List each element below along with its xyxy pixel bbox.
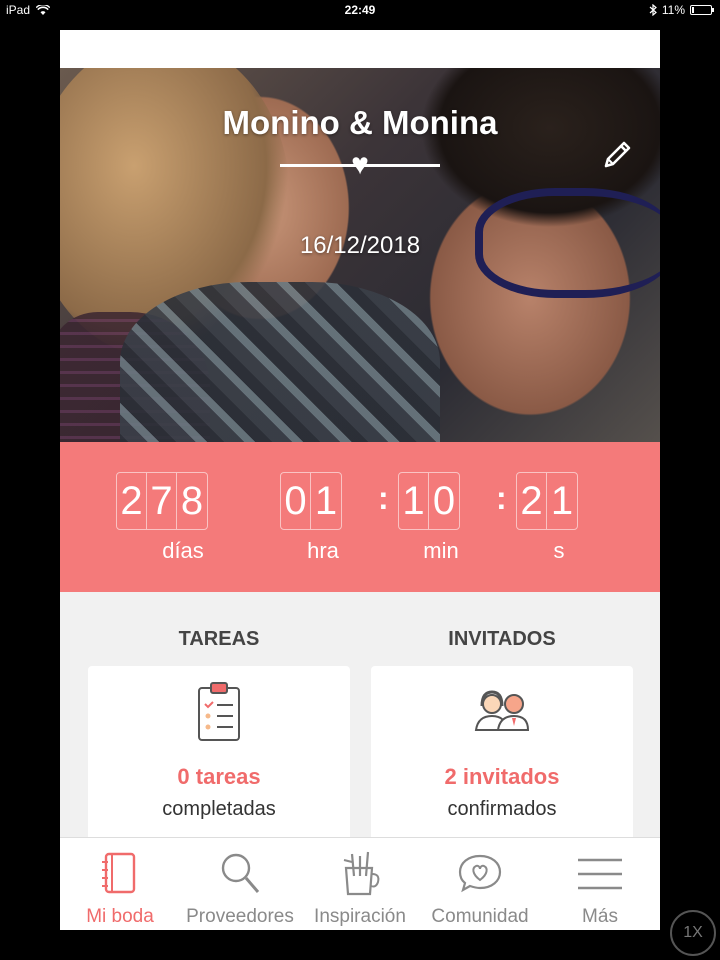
time-separator: : <box>496 480 507 516</box>
days-digit: 7 <box>147 473 177 529</box>
tab-mi-boda[interactable]: Mi boda <box>60 838 180 930</box>
guests-label: confirmados <box>447 798 557 820</box>
search-icon <box>221 853 260 893</box>
minutes-unit: min <box>423 538 459 563</box>
tab-proveedores[interactable]: Proveedores <box>180 838 300 930</box>
days-digit: 2 <box>117 473 147 529</box>
heart-icon: ♥ <box>351 148 369 181</box>
couple-names: Monino & Monina <box>222 104 498 141</box>
guests-couple-icon <box>474 690 530 731</box>
tab-label: Más <box>582 906 618 927</box>
bluetooth-icon <box>649 4 657 16</box>
couple-photo-header: Monino & Monina ♥ 16/12/2018 <box>60 68 660 442</box>
days-digits: 2 7 8 <box>116 472 208 530</box>
summary-section: TAREAS INVITADOS 0 tareas completadas 2 … <box>60 592 660 856</box>
battery-percent: 11% <box>661 3 685 17</box>
tasks-title: TAREAS <box>178 628 260 650</box>
tab-inspiracion[interactable]: Inspiración <box>300 838 420 930</box>
zoom-button[interactable]: 1X <box>670 910 716 956</box>
minutes-digits: 1 0 <box>398 472 460 530</box>
wedding-countdown: 2 7 8 0 1 : 1 0 : 2 1 días hra min s <box>60 442 660 592</box>
seconds-unit: s <box>553 538 565 563</box>
tab-label: Mi boda <box>86 906 154 927</box>
clock: 22:49 <box>344 3 376 17</box>
top-strip <box>60 30 660 68</box>
seconds-digits: 2 1 <box>516 472 578 530</box>
battery-icon <box>690 5 714 15</box>
hours-digits: 0 1 <box>280 472 342 530</box>
seconds-digit: 1 <box>550 479 574 523</box>
days-digit: 8 <box>180 479 204 523</box>
tab-label: Inspiración <box>314 906 406 927</box>
menu-icon <box>578 858 622 890</box>
tools-cup-icon <box>343 851 380 896</box>
hours-digit: 0 <box>281 473 311 529</box>
status-bar: iPad 22:49 11% <box>0 0 720 20</box>
time-separator: : <box>378 480 389 516</box>
edit-pencil-icon[interactable] <box>600 138 634 172</box>
minutes-digit: 0 <box>432 479 456 523</box>
tab-label: Proveedores <box>186 906 294 927</box>
tab-label: Comunidad <box>431 906 529 927</box>
tab-mas[interactable]: Más <box>540 838 660 930</box>
days-unit: días <box>162 538 204 563</box>
heart-bubble-icon <box>458 854 502 893</box>
app-window: Monino & Monina ♥ 16/12/2018 2 7 8 0 1 :… <box>60 30 660 930</box>
guests-count: 2 invitados <box>444 764 560 789</box>
guests-card[interactable]: 2 invitados confirmados <box>371 666 633 856</box>
tasks-label: completadas <box>162 798 276 820</box>
minutes-digit: 1 <box>399 473 429 529</box>
guests-title: INVITADOS <box>448 628 556 650</box>
bottom-tab-bar: Mi boda Proveedores Inspiración Comunida… <box>60 837 660 930</box>
wedding-date: 16/12/2018 <box>299 232 421 259</box>
hours-unit: hra <box>307 538 339 563</box>
tasks-card[interactable]: 0 tareas completadas <box>88 666 350 856</box>
seconds-digit: 2 <box>517 473 547 529</box>
hours-digit: 1 <box>314 479 338 523</box>
tasks-count: 0 tareas <box>177 764 261 789</box>
clipboard-checklist-icon <box>198 682 240 741</box>
notebook-icon <box>102 852 136 894</box>
tab-comunidad[interactable]: Comunidad <box>420 838 540 930</box>
